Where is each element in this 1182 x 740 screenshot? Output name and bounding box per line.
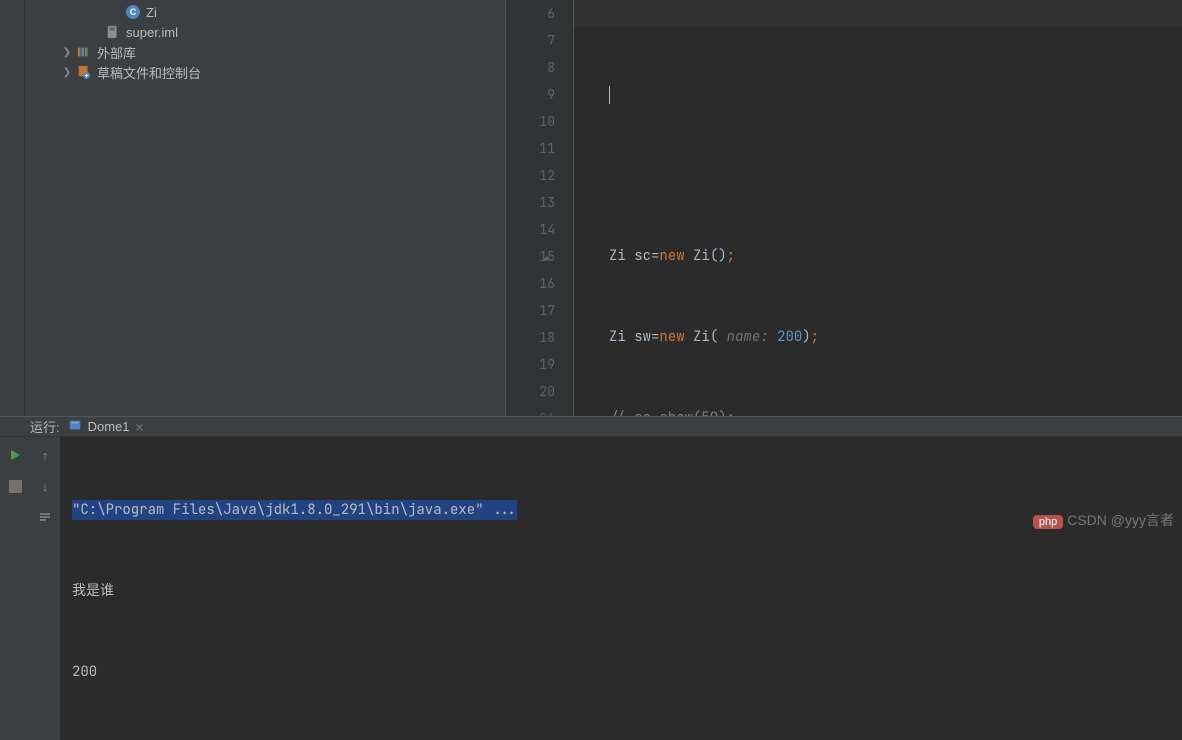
console-line: 200 (72, 659, 1182, 686)
tree-item-zi[interactable]: C Zi (25, 2, 505, 22)
watermark-text: CSDN @yyy言者 (1067, 512, 1174, 528)
iml-file-icon (105, 24, 121, 40)
rerun-icon[interactable] (7, 447, 23, 463)
run-tab[interactable]: Dome1 × (60, 417, 152, 436)
tree-item-external-libs[interactable]: ❯ 外部库 (25, 42, 505, 62)
current-line-highlight (574, 0, 1182, 27)
tree-item-super-iml[interactable]: super.iml (25, 22, 505, 42)
chevron-right-icon: ❯ (60, 45, 74, 59)
run-config-icon (68, 418, 82, 435)
up-icon[interactable]: ↑ (37, 447, 53, 463)
console-output[interactable]: "C:\Program Files\Java\jdk1.8.0_291\bin\… (60, 437, 1182, 740)
chevron-right-icon: ❯ (60, 65, 74, 79)
line-gutter[interactable]: 67891011121314 15 161718192021 (506, 0, 574, 416)
stop-icon[interactable] (7, 478, 23, 494)
code-area[interactable]: Zi sc=new Zi(); Zi sw=new Zi( name: 200)… (574, 0, 1182, 416)
run-tool-window[interactable]: 运行: Dome1 × ↑ ↓ "C:\Program Files\Java\j… (0, 416, 1182, 538)
tree-item-scratches[interactable]: ❯ 草稿文件和控制台 (25, 62, 505, 82)
code-editor[interactable]: 67891011121314 15 161718192021 Zi sc=new… (505, 0, 1182, 416)
tree-label: super.iml (126, 25, 178, 40)
run-toolbar-secondary: ↑ ↓ (30, 437, 60, 740)
run-toolbar-primary (0, 437, 30, 740)
class-icon: C (125, 4, 141, 20)
library-icon (76, 44, 92, 60)
console-cmd: "C:\Program Files\Java\jdk1.8.0_291\bin\… (72, 500, 517, 520)
watermark: php CSDN @yyy言者 (1033, 510, 1174, 530)
run-header: 运行: Dome1 × (0, 417, 1182, 437)
project-tool-strip[interactable] (0, 0, 25, 416)
collapse-icon[interactable] (541, 249, 553, 261)
project-tree[interactable]: C Zi super.iml ❯ 外部库 ❯ (25, 0, 505, 416)
caret (609, 86, 610, 104)
run-tab-name: Dome1 (88, 419, 130, 434)
tree-label: 外部库 (97, 43, 136, 62)
console-line: 我是谁 (72, 578, 1182, 605)
soft-wrap-icon[interactable] (37, 509, 53, 525)
tree-label: 草稿文件和控制台 (97, 63, 201, 82)
run-label: 运行: (30, 417, 60, 436)
down-icon[interactable]: ↓ (37, 478, 53, 494)
scratch-icon (76, 64, 92, 80)
tree-label: Zi (146, 5, 157, 20)
watermark-badge: php (1033, 515, 1063, 529)
close-icon[interactable]: × (136, 419, 144, 435)
